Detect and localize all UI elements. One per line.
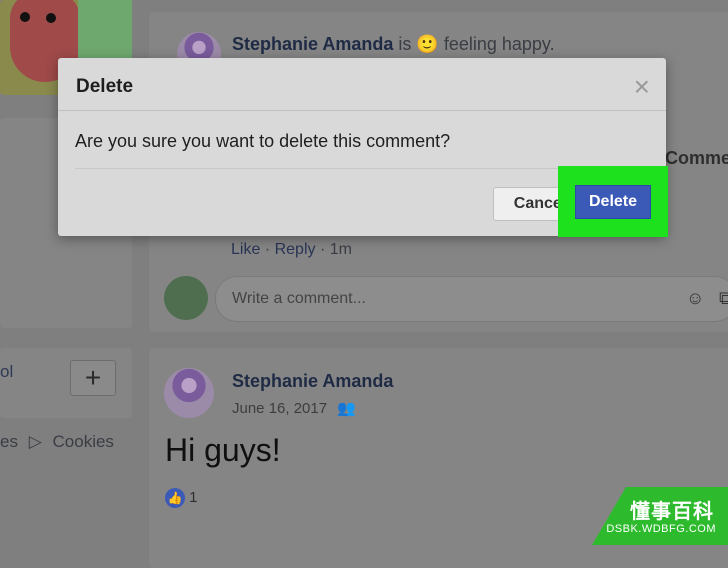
footer-link-es[interactable]: es	[0, 432, 18, 451]
sidebar-label: ol	[0, 362, 14, 381]
ad-choices-icon: ▷	[28, 432, 42, 451]
sidebar-shortcuts: ol +	[0, 348, 132, 418]
feeling-emoji-icon: 🙂	[416, 34, 439, 54]
dialog-message: Are you sure you want to delete this com…	[75, 131, 451, 151]
post-date[interactable]: June 16, 2017	[232, 400, 327, 417]
separator-dot: ·	[264, 241, 275, 258]
footer-link-cookies[interactable]: Cookies	[53, 432, 114, 451]
post-1-header: Stephanie Amanda is 🙂 feeling happy.	[232, 34, 555, 55]
watermark-line-2: DSBK.WDBFG.COM	[606, 523, 716, 535]
reactions-summary: 👍 1	[165, 488, 198, 508]
delete-dialog: Delete × Are you sure you want to delete…	[58, 58, 668, 237]
author-name-link[interactable]: Stephanie Amanda	[232, 34, 393, 54]
commenter-avatar[interactable]	[164, 276, 208, 320]
post-2-author[interactable]: Stephanie Amanda	[232, 371, 393, 392]
feeling-text: feeling happy.	[443, 34, 555, 54]
audience-icon: 👥	[337, 400, 356, 417]
post-2-date: June 16, 2017 👥	[232, 399, 356, 417]
comment-partial-label: Comment	[665, 148, 728, 168]
reply-link[interactable]: Reply	[275, 241, 316, 258]
separator-dot: ·	[319, 241, 330, 258]
comment-input[interactable]: Write a comment... ☺ ⧉	[215, 276, 728, 322]
like-reaction-icon: 👍	[165, 488, 185, 508]
sidebar-footer-links: es ▷ Cookies	[0, 432, 114, 452]
comment-placeholder: Write a comment...	[232, 290, 366, 307]
comment-time: 1m	[329, 241, 352, 258]
dialog-title: Delete	[76, 76, 134, 97]
delete-button[interactable]: Delete	[575, 184, 651, 219]
close-icon[interactable]: ×	[634, 71, 650, 103]
like-link[interactable]: Like	[231, 241, 260, 258]
delete-highlight-box: Delete	[558, 166, 668, 237]
post-text: Hi guys!	[165, 432, 281, 468]
add-button[interactable]: +	[70, 360, 116, 396]
status-text: is	[398, 34, 412, 54]
camera-icon[interactable]: ⧉	[719, 288, 728, 309]
comment-actions: Like · Reply · 1m	[231, 241, 352, 259]
watermark-line-1: 懂事百科	[630, 501, 714, 523]
dialog-header: Delete ×	[58, 58, 666, 111]
author-avatar-2[interactable]	[164, 368, 214, 418]
emoji-icon[interactable]: ☺	[686, 288, 704, 309]
reaction-count: 1	[189, 489, 198, 506]
